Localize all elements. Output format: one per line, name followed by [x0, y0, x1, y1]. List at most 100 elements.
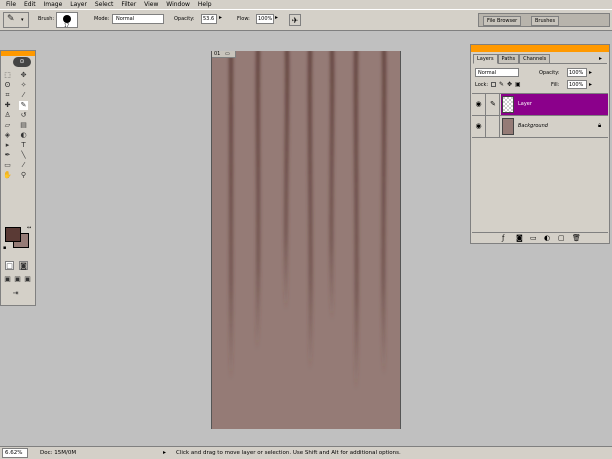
swap-colors-icon[interactable]: ↔	[27, 225, 31, 231]
fill-label: Fill:	[551, 82, 560, 88]
layer-row[interactable]: ◉ Background 🔒︎	[472, 116, 608, 138]
flow-slider-arrow-icon[interactable]: ▸	[275, 14, 278, 22]
dodge-tool-icon[interactable]: ◐	[19, 131, 28, 140]
canvas-artwork	[228, 51, 387, 393]
status-arrow-icon[interactable]: ▸	[163, 447, 166, 459]
tab-paths[interactable]: Paths	[497, 54, 520, 64]
brush-tool-icon[interactable]: ✎	[19, 101, 28, 110]
menu-filter[interactable]: Filter	[121, 0, 136, 9]
opacity-slider-arrow-icon[interactable]: ▸	[219, 14, 222, 22]
menu-window[interactable]: Window	[166, 0, 190, 9]
brush-size: 17	[64, 23, 70, 28]
layer-thumbnail	[502, 96, 514, 113]
layer-opacity-label: Opacity:	[539, 70, 560, 76]
layer-style-icon[interactable]: ƒ	[502, 234, 504, 242]
blur-tool-icon[interactable]: ◈	[3, 131, 12, 140]
fill-arrow-icon[interactable]: ▸	[589, 81, 592, 89]
brush-picker[interactable]: 17	[56, 12, 78, 28]
menu-image[interactable]: Image	[44, 0, 63, 9]
history-brush-tool-icon[interactable]: ↺	[19, 111, 28, 120]
menu-select[interactable]: Select	[95, 0, 114, 9]
pen-tool-icon[interactable]: ✒	[3, 151, 12, 160]
opacity-value: 53.6	[203, 16, 215, 22]
lock-move-icon[interactable]: ✥	[507, 81, 512, 88]
lock-transparency-icon[interactable]	[491, 82, 496, 87]
gradient-tool-icon[interactable]: ▤	[19, 121, 28, 130]
zoom-value: 6.62%	[5, 450, 23, 456]
fill-input[interactable]: 100%	[567, 80, 587, 89]
layer-opacity-input[interactable]: 100%	[567, 68, 587, 77]
brush-tip-icon	[63, 15, 71, 23]
palette-tab-brushes[interactable]: Brushes	[531, 16, 560, 26]
clone-stamp-tool-icon[interactable]: ♙	[3, 111, 12, 120]
zoom-field[interactable]: 6.62%	[2, 448, 28, 458]
full-screen-menu-mode-icon[interactable]: ▣	[13, 275, 22, 284]
lasso-tool-icon[interactable]: ʘ	[3, 81, 12, 90]
mode-select[interactable]: Normal	[112, 14, 164, 24]
paint-stroke	[228, 51, 234, 383]
notes-tool-icon[interactable]: ▭	[3, 161, 12, 170]
menu-help[interactable]: Help	[198, 0, 212, 9]
layer-list: ◉ ✎ Layer ◉ Background 🔒︎	[472, 93, 608, 230]
menu-view[interactable]: View	[144, 0, 158, 9]
path-selection-tool-icon[interactable]: ▸	[3, 141, 12, 150]
shape-tool-icon[interactable]: ╲	[19, 151, 28, 160]
adjustment-layer-icon[interactable]: ◐	[544, 234, 550, 242]
type-tool-icon[interactable]: T	[19, 141, 28, 150]
document-canvas[interactable]: 01 ▭	[211, 51, 401, 429]
eye-icon[interactable]: ◉	[472, 94, 486, 115]
hand-tool-icon[interactable]: ✋	[3, 171, 12, 180]
lock-paint-icon[interactable]: ✎	[499, 81, 504, 88]
blend-mode-select[interactable]: Normal	[475, 68, 519, 77]
magic-wand-tool-icon[interactable]: ✧	[19, 81, 28, 90]
menu-layer[interactable]: Layer	[70, 0, 87, 9]
doc-size: Doc: 15M/0M	[40, 450, 77, 456]
zoom-tool-icon[interactable]: ⚲	[19, 171, 28, 180]
document-tab[interactable]: 01 ▭	[212, 51, 236, 58]
brush-link-icon[interactable]: ✎	[487, 94, 500, 115]
default-colors-icon[interactable]: ▪	[3, 245, 6, 251]
link-cell[interactable]	[487, 116, 500, 137]
tab-layers[interactable]: Layers	[473, 54, 498, 64]
new-layer-icon[interactable]: ▢	[558, 234, 565, 242]
full-screen-mode-icon[interactable]: ▣	[23, 275, 32, 284]
layer-row[interactable]: ◉ ✎ Layer	[472, 94, 608, 116]
new-set-icon[interactable]: ▭	[530, 234, 537, 242]
brush-label: Brush:	[38, 16, 55, 22]
jump-to-imageready-icon[interactable]: ⇥	[11, 289, 20, 298]
eraser-tool-icon[interactable]: ▱	[3, 121, 12, 130]
palette-tab-file-browser[interactable]: File Browser	[483, 16, 522, 26]
layer-opacity-arrow-icon[interactable]: ▸	[589, 69, 592, 77]
tab-channels[interactable]: Channels	[519, 54, 551, 64]
standard-screen-mode-icon[interactable]: ▣	[3, 275, 12, 284]
paint-stroke	[353, 51, 359, 393]
opacity-input[interactable]: 53.6	[201, 14, 217, 24]
layers-panel: Layers Paths Channels ▸ Normal Opacity: 10…	[470, 44, 610, 244]
marquee-tool-icon[interactable]: ⬚	[3, 71, 12, 80]
opacity-label: Opacity:	[174, 16, 195, 22]
menu-file[interactable]: File	[6, 0, 16, 9]
menu-edit[interactable]: Edit	[24, 0, 36, 9]
eye-icon[interactable]: ◉	[472, 116, 486, 137]
flow-input[interactable]: 100%	[256, 14, 274, 24]
crop-tool-icon[interactable]: ⌗	[3, 91, 12, 100]
layer-thumbnail	[502, 118, 514, 135]
mode-value: Normal	[116, 16, 135, 22]
trash-icon[interactable]: 🗑︎	[572, 234, 581, 242]
eyedropper-tool-icon[interactable]: ⁄	[19, 161, 28, 170]
adobe-online-icon[interactable]: ⊙	[13, 57, 31, 67]
standard-mode-icon[interactable]: □	[5, 261, 14, 270]
layers-panel-title-bar[interactable]	[471, 45, 609, 52]
layer-mask-icon[interactable]: ◙	[516, 234, 523, 242]
panel-menu-icon[interactable]: ▸	[599, 55, 602, 62]
lock-all-icon[interactable]: ▣	[515, 81, 521, 88]
quick-mask-mode-icon[interactable]: ◙	[19, 261, 28, 270]
airbrush-icon[interactable]: ✈	[289, 14, 301, 26]
toolbox-title-bar[interactable]	[1, 51, 35, 56]
tool-preset-picker[interactable]: ✎ ▾	[3, 12, 29, 28]
move-tool-icon[interactable]: ✥	[19, 71, 28, 80]
slice-tool-icon[interactable]: ⁄	[19, 91, 28, 100]
foreground-color-swatch[interactable]	[5, 227, 21, 242]
mode-label: Mode:	[94, 16, 110, 22]
healing-brush-tool-icon[interactable]: ✚	[3, 101, 12, 110]
